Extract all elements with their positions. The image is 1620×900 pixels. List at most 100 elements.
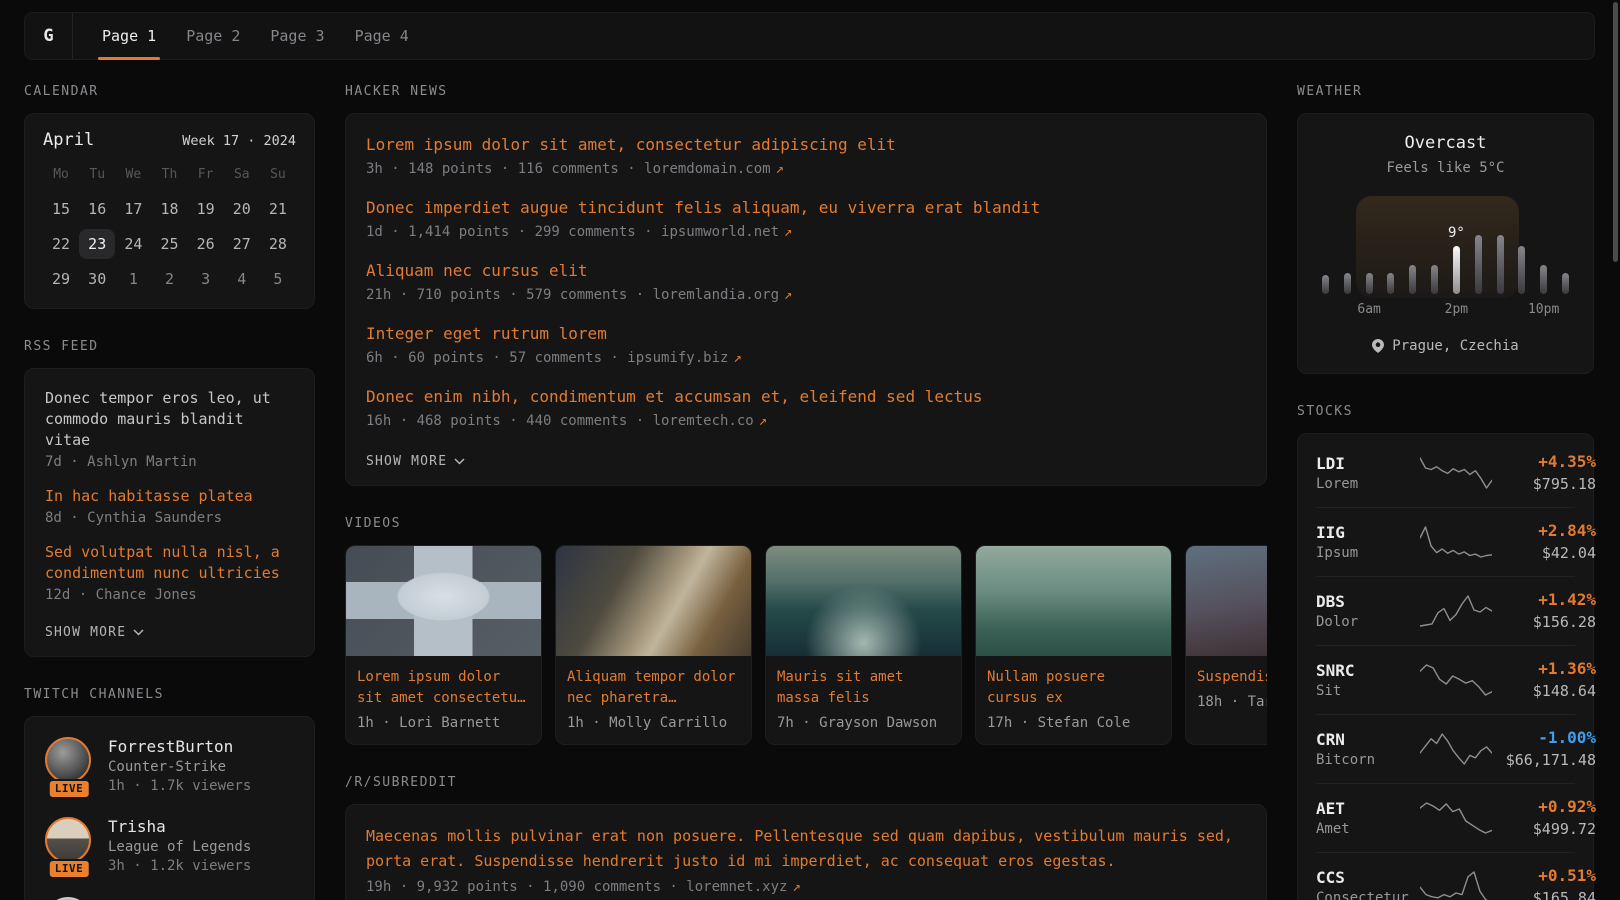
weekday-header: Fr: [188, 162, 224, 189]
subreddit-widget: Maecenas mollis pulvinar erat non posuer…: [345, 804, 1267, 900]
weekday-header: Mo: [43, 162, 79, 189]
stock-name: Bitcorn: [1316, 752, 1420, 768]
twitch-channel[interactable]: LIVE ForrestBurton Counter-Strike 1h · 1…: [45, 737, 294, 794]
video-meta: 1h · Molly Carrillo: [567, 715, 740, 731]
stock-change: +0.51%: [1492, 866, 1596, 885]
location-pin-icon: [1372, 339, 1384, 353]
calendar-date-next-month: 4: [224, 264, 260, 294]
video-title[interactable]: Aliquam tempor dolor nec pharetra…: [567, 667, 740, 709]
video-thumbnail[interactable]: [766, 546, 961, 656]
hn-post-title[interactable]: Donec enim nibh, condimentum et accumsan…: [366, 385, 1246, 408]
stocks-section-label: STOCKS: [1297, 404, 1594, 419]
stock-price: $499.72: [1492, 820, 1596, 838]
calendar-date: 26: [188, 229, 224, 259]
video-title[interactable]: Nullam posuere cursus ex: [987, 667, 1160, 709]
hn-post-title[interactable]: Lorem ipsum dolor sit amet, consectetur …: [366, 133, 1246, 156]
stock-price: $148.64: [1492, 682, 1596, 700]
stock-sparkline: [1420, 800, 1492, 836]
rss-item-title[interactable]: Sed volutpat nulla nisl, a condimentum n…: [45, 542, 294, 584]
hn-post-domain-link[interactable]: loremlandia.org: [653, 287, 779, 303]
page-tabs: Page 1 Page 2 Page 3 Page 4: [87, 13, 424, 59]
video-card[interactable]: Suspendisse diam 18h · Tara: [1185, 545, 1267, 745]
rss-item-title[interactable]: In hac habitasse platea: [45, 486, 294, 507]
stock-row: IIG Ipsum +2.84% $42.04: [1316, 507, 1575, 576]
hn-post: Integer eget rutrum lorem 6h · 60 points…: [366, 322, 1246, 366]
channel-meta: 1h · 1.7k viewers: [108, 778, 251, 794]
stock-name: Amet: [1316, 821, 1420, 837]
hn-post-title[interactable]: Integer eget rutrum lorem: [366, 322, 1246, 345]
reddit-post-domain-link[interactable]: loremnet.xyz: [686, 879, 787, 895]
rss-item: Sed volutpat nulla nisl, a condimentum n…: [45, 542, 294, 603]
rss-item-title[interactable]: Donec tempor eros leo, ut commodo mauris…: [45, 388, 294, 451]
weather-widget: Overcast Feels like 5°C 6am9°2pm10pm Pra…: [1297, 113, 1594, 374]
reddit-post: Maecenas mollis pulvinar erat non posuer…: [366, 824, 1246, 895]
stock-symbol: CCS: [1316, 868, 1420, 887]
video-thumbnail[interactable]: [346, 546, 541, 656]
content-area: CALENDAR April Week 17 · 2024 Mo Tu We T…: [24, 84, 1594, 900]
subreddit-section-label: /R/SUBREDDIT: [345, 775, 1267, 790]
stock-name: Consectetur: [1316, 890, 1420, 900]
video-card[interactable]: Lorem ipsum dolor sit amet consectetu… 1…: [345, 545, 542, 745]
video-card[interactable]: Aliquam tempor dolor nec pharetra… 1h · …: [555, 545, 752, 745]
weekday-header: Sa: [224, 162, 260, 189]
rss-show-more-button[interactable]: SHOW MORE: [45, 625, 144, 640]
channel-name[interactable]: ForrestBurton: [108, 737, 251, 756]
hn-post-domain-link[interactable]: ipsumworld.net: [661, 224, 779, 240]
hn-post-meta: 21h · 710 points · 579 comments ·: [366, 287, 653, 303]
twitch-channel[interactable]: LIVE Trisha League of Legends 3h · 1.2k …: [45, 817, 294, 874]
stock-symbol: LDI: [1316, 454, 1420, 473]
weekday-header: Su: [260, 162, 296, 189]
avatar: [45, 737, 91, 783]
video-meta: 17h · Stefan Cole: [987, 715, 1160, 731]
video-thumbnail[interactable]: [556, 546, 751, 656]
channel-category: Counter-Strike: [108, 759, 251, 775]
chevron-down-icon: [133, 629, 144, 636]
hn-post-domain-link[interactable]: loremtech.co: [653, 413, 754, 429]
app-logo[interactable]: G: [25, 13, 73, 59]
channel-category: League of Legends: [108, 839, 251, 855]
video-thumbnail[interactable]: [976, 546, 1171, 656]
hn-post-domain-link[interactable]: ipsumify.biz: [627, 350, 728, 366]
stock-change: +2.84%: [1492, 521, 1596, 540]
video-title[interactable]: Mauris sit amet massa felis: [777, 667, 950, 709]
hn-post: Lorem ipsum dolor sit amet, consectetur …: [366, 133, 1246, 177]
stock-row: LDI Lorem +4.35% $795.18: [1316, 439, 1575, 507]
stock-change: +0.92%: [1492, 797, 1596, 816]
hn-post-title[interactable]: Aliquam nec cursus elit: [366, 259, 1246, 282]
right-column: WEATHER Overcast Feels like 5°C 6am9°2pm…: [1297, 84, 1594, 900]
reddit-post-meta: 19h · 9,932 points · 1,090 comments ·: [366, 879, 686, 895]
video-card[interactable]: Nullam posuere cursus ex 17h · Stefan Co…: [975, 545, 1172, 745]
hacker-news-section-label: HACKER NEWS: [345, 84, 1267, 99]
tab-page-2[interactable]: Page 2: [171, 13, 255, 59]
avatar: [45, 817, 91, 863]
rss-item: In hac habitasse platea 8d · Cynthia Sau…: [45, 486, 294, 526]
calendar-section: CALENDAR April Week 17 · 2024 Mo Tu We T…: [24, 84, 315, 309]
calendar-date: 16: [79, 194, 115, 224]
hn-post-title[interactable]: Donec imperdiet augue tincidunt felis al…: [366, 196, 1246, 219]
live-badge: LIVE: [48, 859, 91, 879]
calendar-week-year: Week 17 · 2024: [182, 133, 296, 149]
hn-post-domain-link[interactable]: loremdomain.com: [644, 161, 770, 177]
tab-page-3[interactable]: Page 3: [255, 13, 339, 59]
stock-name: Lorem: [1316, 476, 1420, 492]
stock-sparkline: [1420, 869, 1492, 900]
external-link-icon: ↗: [792, 879, 800, 895]
video-title[interactable]: Lorem ipsum dolor sit amet consectetu…: [357, 667, 530, 709]
reddit-post-title[interactable]: Maecenas mollis pulvinar erat non posuer…: [366, 824, 1246, 874]
hn-show-more-button[interactable]: SHOW MORE: [366, 454, 465, 469]
video-thumbnail[interactable]: [1186, 546, 1267, 656]
stock-change: +1.36%: [1492, 659, 1596, 678]
video-title[interactable]: Suspendisse diam: [1197, 667, 1267, 688]
calendar-grid: Mo Tu We Th Fr Sa Su 15 16 17 18 19 20 2…: [43, 162, 296, 294]
weather-location: Prague, Czechia: [1392, 338, 1518, 354]
tab-page-1[interactable]: Page 1: [87, 13, 171, 59]
video-card[interactable]: Mauris sit amet massa felis 7h · Grayson…: [765, 545, 962, 745]
stock-row: AET Amet +0.92% $499.72: [1316, 783, 1575, 852]
external-link-icon: ↗: [733, 350, 741, 366]
stock-change: +4.35%: [1492, 452, 1596, 471]
tab-page-4[interactable]: Page 4: [340, 13, 424, 59]
scrollbar-thumb[interactable]: [1613, 2, 1618, 262]
stock-price: $165.84: [1492, 889, 1596, 900]
channel-name[interactable]: Trisha: [108, 817, 251, 836]
hn-post-meta: 3h · 148 points · 116 comments ·: [366, 161, 644, 177]
